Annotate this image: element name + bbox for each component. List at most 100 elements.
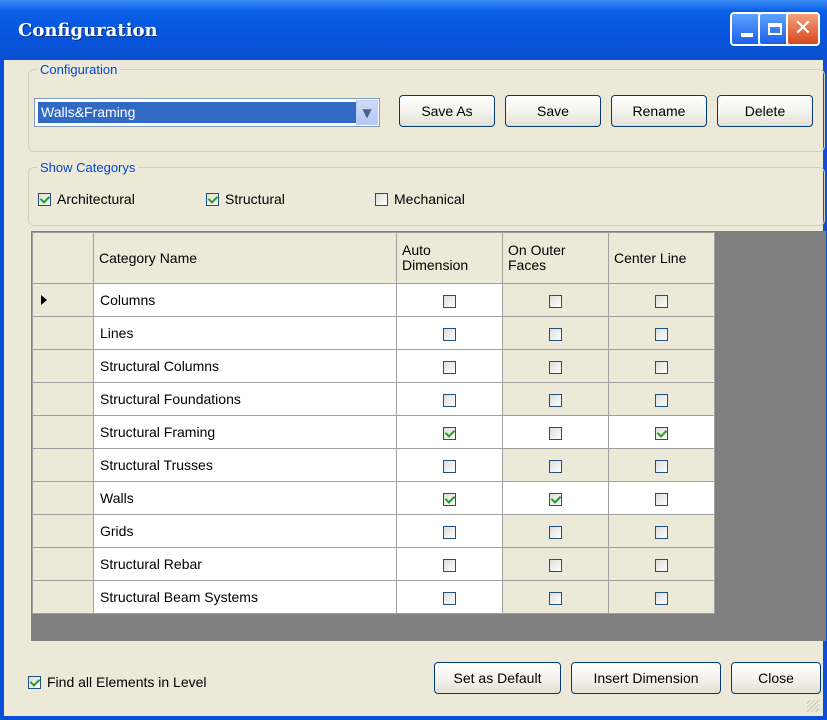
checkbox-icon[interactable] bbox=[443, 360, 456, 374]
center-line-cell[interactable] bbox=[608, 382, 715, 416]
center-line-cell[interactable] bbox=[608, 283, 715, 317]
checkbox-icon[interactable] bbox=[549, 327, 562, 341]
checkbox-icon[interactable] bbox=[549, 558, 562, 572]
auto-dimension-cell[interactable] bbox=[396, 415, 503, 449]
checkbox-icon[interactable] bbox=[655, 327, 668, 341]
rename-button[interactable]: Rename bbox=[611, 95, 707, 127]
checkbox-icon[interactable] bbox=[443, 525, 456, 539]
close-button[interactable]: Close bbox=[731, 662, 821, 694]
row-header[interactable] bbox=[32, 448, 94, 482]
checkbox-icon[interactable] bbox=[38, 192, 51, 206]
auto-dimension-cell[interactable] bbox=[396, 547, 503, 581]
delete-button[interactable]: Delete bbox=[717, 95, 813, 127]
save-as-button[interactable]: Save As bbox=[399, 95, 495, 127]
center-line-cell[interactable] bbox=[608, 514, 715, 548]
auto-dimension-cell[interactable] bbox=[396, 448, 503, 482]
on-outer-faces-cell[interactable] bbox=[502, 349, 609, 383]
center-line-cell[interactable] bbox=[608, 481, 715, 515]
checkbox-icon[interactable] bbox=[443, 591, 456, 605]
checkbox-icon[interactable] bbox=[375, 192, 388, 206]
architectural-checkbox[interactable]: Architectural bbox=[38, 191, 135, 207]
category-name-cell[interactable]: Structural Framing bbox=[93, 415, 397, 449]
resize-grip-icon[interactable] bbox=[807, 700, 819, 712]
on-outer-faces-cell[interactable] bbox=[502, 316, 609, 350]
table-row[interactable]: Columns bbox=[32, 283, 715, 317]
center-line-cell[interactable] bbox=[608, 547, 715, 581]
mechanical-checkbox[interactable]: Mechanical bbox=[375, 191, 465, 207]
table-row[interactable]: Structural Columns bbox=[32, 349, 715, 383]
table-row[interactable]: Structural Beam Systems bbox=[32, 580, 715, 614]
table-row[interactable]: Structural Foundations bbox=[32, 382, 715, 416]
row-header[interactable] bbox=[32, 283, 94, 317]
on-outer-faces-cell[interactable] bbox=[502, 283, 609, 317]
row-header[interactable] bbox=[32, 580, 94, 614]
category-name-cell[interactable]: Walls bbox=[93, 481, 397, 515]
auto-dimension-cell[interactable] bbox=[396, 283, 503, 317]
checkbox-icon[interactable] bbox=[655, 492, 668, 506]
checkbox-icon[interactable] bbox=[655, 360, 668, 374]
checkbox-icon[interactable] bbox=[549, 294, 562, 308]
category-name-cell[interactable]: Lines bbox=[93, 316, 397, 350]
auto-dimension-cell[interactable] bbox=[396, 382, 503, 416]
auto-dimension-cell[interactable] bbox=[396, 514, 503, 548]
auto-dimension-cell[interactable] bbox=[396, 481, 503, 515]
checkbox-icon[interactable] bbox=[655, 294, 668, 308]
row-header[interactable] bbox=[32, 316, 94, 350]
category-name-cell[interactable]: Structural Rebar bbox=[93, 547, 397, 581]
on-outer-faces-cell[interactable] bbox=[502, 514, 609, 548]
column-header-center-line[interactable]: Center Line bbox=[608, 232, 715, 284]
row-header[interactable] bbox=[32, 382, 94, 416]
category-grid[interactable]: Category Name Auto Dimension On Outer Fa… bbox=[31, 231, 826, 641]
auto-dimension-cell[interactable] bbox=[396, 349, 503, 383]
checkbox-icon[interactable] bbox=[549, 459, 562, 473]
center-line-cell[interactable] bbox=[608, 349, 715, 383]
table-row[interactable]: Grids bbox=[32, 514, 715, 548]
row-header[interactable] bbox=[32, 514, 94, 548]
checkbox-icon[interactable] bbox=[655, 591, 668, 605]
category-name-cell[interactable]: Structural Trusses bbox=[93, 448, 397, 482]
table-row[interactable]: Lines bbox=[32, 316, 715, 350]
center-line-cell[interactable] bbox=[608, 580, 715, 614]
checkbox-icon[interactable] bbox=[549, 426, 562, 440]
title-bar[interactable]: Configuration ✕ bbox=[0, 0, 827, 60]
set-as-default-button[interactable]: Set as Default bbox=[434, 662, 561, 694]
checkbox-icon[interactable] bbox=[655, 525, 668, 539]
checkbox-icon[interactable] bbox=[443, 558, 456, 572]
save-button[interactable]: Save bbox=[505, 95, 601, 127]
checkbox-icon[interactable] bbox=[443, 459, 456, 473]
auto-dimension-cell[interactable] bbox=[396, 316, 503, 350]
center-line-cell[interactable] bbox=[608, 448, 715, 482]
category-name-cell[interactable]: Columns bbox=[93, 283, 397, 317]
center-line-cell[interactable] bbox=[608, 316, 715, 350]
checkbox-icon[interactable] bbox=[28, 675, 41, 689]
checkbox-icon[interactable] bbox=[655, 558, 668, 572]
column-header-auto-dimension[interactable]: Auto Dimension bbox=[396, 232, 503, 284]
category-name-cell[interactable]: Grids bbox=[93, 514, 397, 548]
configuration-select[interactable]: Walls&Framing ▼ bbox=[34, 98, 380, 127]
checkbox-icon[interactable] bbox=[655, 426, 668, 440]
on-outer-faces-cell[interactable] bbox=[502, 415, 609, 449]
checkbox-icon[interactable] bbox=[549, 492, 562, 506]
on-outer-faces-cell[interactable] bbox=[502, 448, 609, 482]
center-line-cell[interactable] bbox=[608, 415, 715, 449]
find-all-elements-checkbox[interactable]: Find all Elements in Level bbox=[28, 674, 207, 690]
on-outer-faces-cell[interactable] bbox=[502, 481, 609, 515]
on-outer-faces-cell[interactable] bbox=[502, 547, 609, 581]
row-header[interactable] bbox=[32, 349, 94, 383]
table-row[interactable]: Structural Trusses bbox=[32, 448, 715, 482]
category-name-cell[interactable]: Structural Columns bbox=[93, 349, 397, 383]
auto-dimension-cell[interactable] bbox=[396, 580, 503, 614]
on-outer-faces-cell[interactable] bbox=[502, 580, 609, 614]
checkbox-icon[interactable] bbox=[549, 591, 562, 605]
row-header[interactable] bbox=[32, 481, 94, 515]
checkbox-icon[interactable] bbox=[549, 525, 562, 539]
chevron-down-icon[interactable]: ▼ bbox=[356, 100, 378, 125]
checkbox-icon[interactable] bbox=[443, 327, 456, 341]
table-row[interactable]: Walls bbox=[32, 481, 715, 515]
on-outer-faces-cell[interactable] bbox=[502, 382, 609, 416]
checkbox-icon[interactable] bbox=[443, 294, 456, 308]
column-header-on-outer-faces[interactable]: On Outer Faces bbox=[502, 232, 609, 284]
category-name-cell[interactable]: Structural Foundations bbox=[93, 382, 397, 416]
checkbox-icon[interactable] bbox=[549, 360, 562, 374]
checkbox-icon[interactable] bbox=[655, 393, 668, 407]
